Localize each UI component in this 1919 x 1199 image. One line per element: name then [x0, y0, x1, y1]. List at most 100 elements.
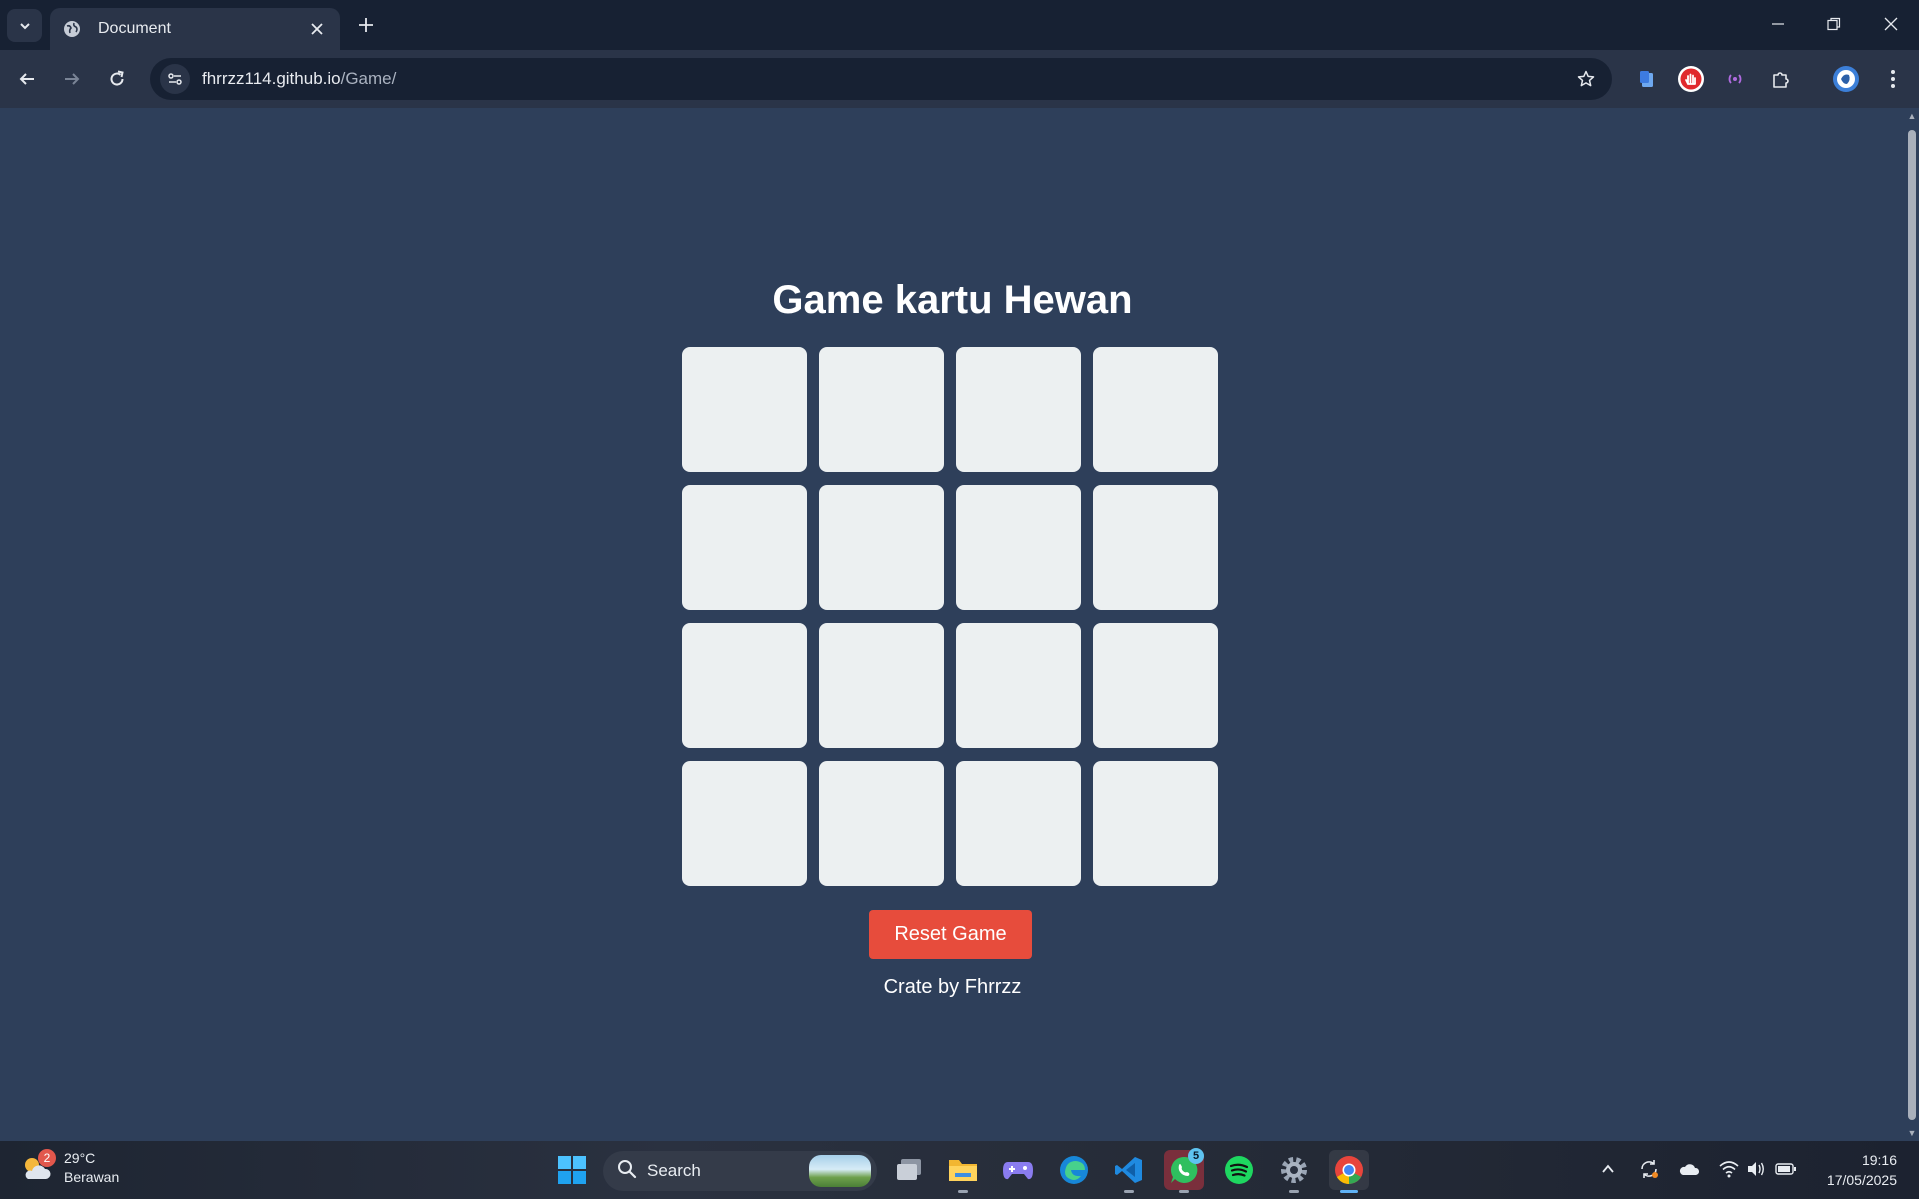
- show-hidden-icons[interactable]: [1596, 1157, 1620, 1181]
- wifi-icon[interactable]: [1717, 1157, 1741, 1181]
- profile-avatar-icon[interactable]: [1829, 62, 1863, 96]
- extension-broadcast-icon[interactable]: [1718, 62, 1752, 96]
- credit-text: Crate by Fhrrzz: [883, 976, 1022, 998]
- start-button[interactable]: [552, 1150, 592, 1190]
- weather-description: Berawan: [64, 1169, 120, 1185]
- taskbar-spotify[interactable]: [1219, 1150, 1259, 1190]
- extensions-puzzle-icon[interactable]: [1764, 62, 1798, 96]
- memory-card[interactable]: [819, 623, 944, 748]
- search-label: Search: [647, 1161, 701, 1180]
- memory-card[interactable]: [682, 347, 807, 472]
- url-text[interactable]: fhrrzz114.github.io/Game/: [202, 69, 396, 89]
- restore-button[interactable]: [1806, 0, 1862, 48]
- extension-adblock-icon[interactable]: [1674, 62, 1708, 96]
- taskbar-search[interactable]: Search: [603, 1151, 877, 1191]
- arrow-left-icon: [19, 73, 34, 85]
- page-title: Game kartu Hewan: [772, 278, 1133, 322]
- taskbar-settings[interactable]: [1274, 1150, 1314, 1193]
- search-icon: [617, 1159, 637, 1184]
- scroll-thumb[interactable]: [1908, 130, 1916, 1120]
- memory-card[interactable]: [682, 485, 807, 610]
- task-view-icon: [897, 1159, 921, 1180]
- globe-icon: [62, 19, 82, 39]
- temperature: 29°C: [64, 1150, 96, 1166]
- chrome-icon: [1335, 1156, 1363, 1184]
- running-indicator: [1124, 1190, 1134, 1193]
- page-viewport: Game kartu Hewan Reset Game Crate by Fhr…: [0, 108, 1905, 1141]
- url-path: /Game/: [340, 69, 397, 88]
- memory-card[interactable]: [1093, 623, 1218, 748]
- memory-card[interactable]: [819, 485, 944, 610]
- running-indicator: [1179, 1190, 1189, 1193]
- onedrive-cloud-icon[interactable]: [1677, 1157, 1701, 1181]
- memory-card[interactable]: [1093, 347, 1218, 472]
- scroll-down-icon[interactable]: ▼: [1907, 1128, 1917, 1138]
- memory-card[interactable]: [682, 761, 807, 886]
- taskbar-chrome[interactable]: [1329, 1150, 1369, 1193]
- memory-card[interactable]: [956, 347, 1081, 472]
- browser-title-bar: Document: [0, 0, 1919, 50]
- card-grid: [682, 347, 1220, 886]
- memory-card[interactable]: [956, 623, 1081, 748]
- taskbar-file-explorer[interactable]: [943, 1150, 983, 1193]
- plus-icon: [359, 18, 373, 32]
- folder-icon: [949, 1160, 977, 1181]
- browser-menu-icon[interactable]: [1876, 62, 1910, 96]
- weather-cloud-icon: 2: [20, 1149, 56, 1185]
- close-icon: [1884, 17, 1898, 31]
- memory-card[interactable]: [956, 485, 1081, 610]
- forward-button[interactable]: [55, 62, 89, 96]
- running-indicator: [1340, 1190, 1358, 1193]
- edge-browser-icon: [1060, 1156, 1088, 1184]
- taskbar-game-app[interactable]: [998, 1150, 1038, 1190]
- memory-card[interactable]: [819, 761, 944, 886]
- browser-toolbar: fhrrzz114.github.io/Game/: [0, 50, 1919, 108]
- chevron-up-icon: [1602, 1164, 1614, 1173]
- vscode-icon: [1115, 1157, 1142, 1183]
- address-bar[interactable]: fhrrzz114.github.io/Game/: [150, 58, 1612, 100]
- sync-tray-icon[interactable]: [1637, 1157, 1661, 1181]
- spotify-icon: [1225, 1156, 1253, 1184]
- weather-badge: 2: [38, 1149, 56, 1167]
- weather-widget[interactable]: 2 29°C Berawan: [20, 1149, 119, 1187]
- new-tab-button[interactable]: [352, 11, 380, 39]
- battery-icon[interactable]: [1774, 1157, 1798, 1181]
- task-view-button[interactable]: [889, 1150, 929, 1190]
- taskbar-vscode[interactable]: [1109, 1150, 1149, 1193]
- arrow-right-icon: [65, 73, 80, 85]
- reset-game-button[interactable]: Reset Game: [869, 910, 1032, 959]
- back-button[interactable]: [10, 62, 44, 96]
- reload-icon: [110, 70, 124, 86]
- minimize-icon: [1772, 23, 1784, 25]
- gamepad-icon: [1003, 1162, 1033, 1180]
- scroll-up-icon[interactable]: ▲: [1907, 111, 1917, 121]
- chevron-down-icon: [19, 22, 30, 29]
- site-info-icon[interactable]: [160, 64, 190, 94]
- search-highlight-image: [809, 1155, 871, 1187]
- memory-card[interactable]: [956, 761, 1081, 886]
- memory-card[interactable]: [1093, 761, 1218, 886]
- taskbar-clock[interactable]: 19:16 17/05/2025: [1827, 1150, 1897, 1190]
- gear-icon: [1281, 1157, 1307, 1183]
- bookmark-star-icon[interactable]: [1574, 67, 1598, 91]
- clock-time: 19:16: [1861, 1152, 1897, 1168]
- windows-logo-icon: [558, 1156, 586, 1184]
- extension-notes-icon[interactable]: [1630, 62, 1664, 96]
- browser-tab[interactable]: Document: [50, 8, 340, 50]
- tab-title: Document: [98, 20, 171, 37]
- memory-card[interactable]: [1093, 485, 1218, 610]
- memory-card[interactable]: [682, 623, 807, 748]
- taskbar-edge[interactable]: [1054, 1150, 1094, 1190]
- close-window-button[interactable]: [1863, 0, 1919, 48]
- running-indicator: [1289, 1190, 1299, 1193]
- url-host: fhrrzz114.github.io: [202, 69, 341, 88]
- memory-card[interactable]: [819, 347, 944, 472]
- tab-search-button[interactable]: [7, 9, 42, 42]
- volume-icon[interactable]: [1744, 1157, 1768, 1181]
- whatsapp-badge: 5: [1188, 1148, 1204, 1164]
- close-tab-icon[interactable]: [306, 18, 328, 40]
- minimize-button[interactable]: [1750, 0, 1806, 48]
- restore-icon: [1827, 17, 1841, 31]
- reload-button[interactable]: [100, 62, 134, 96]
- page-scrollbar[interactable]: ▲ ▼: [1905, 108, 1919, 1141]
